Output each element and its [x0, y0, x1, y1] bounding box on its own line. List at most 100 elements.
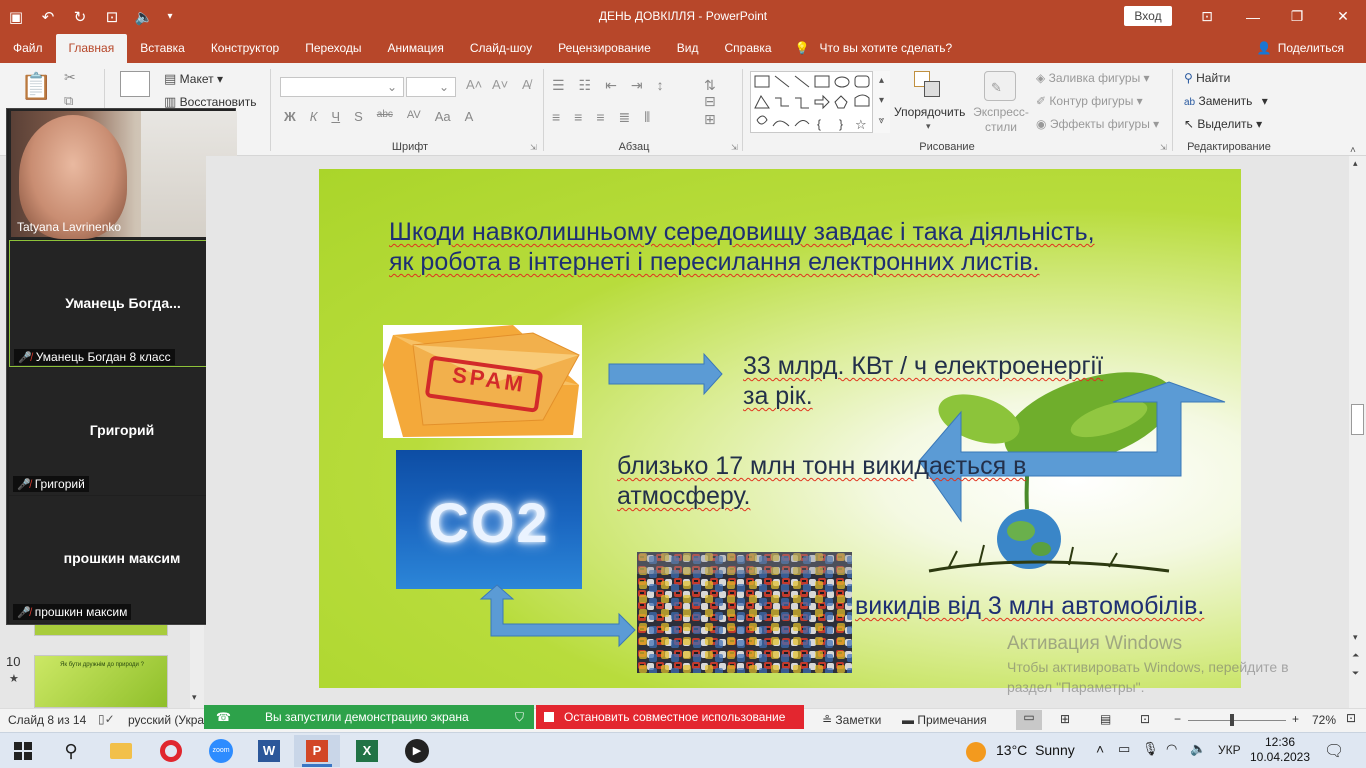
tab-slideshow[interactable]: Слайд-шоу: [457, 33, 545, 63]
quick-styles-label[interactable]: Экспресс-стили: [970, 105, 1032, 135]
minimize-button[interactable]: —: [1230, 0, 1276, 33]
battery-icon[interactable]: ▭: [1118, 741, 1130, 757]
fit-to-window-icon[interactable]: ⊡: [1346, 711, 1356, 725]
strikethrough-button[interactable]: S: [354, 109, 363, 124]
slideshow-view-icon[interactable]: ⊡: [1140, 712, 1150, 726]
shape-fill-button[interactable]: ◈ Заливка фигуры ▾: [1036, 71, 1150, 85]
numbering-icon[interactable]: ☷: [579, 77, 592, 94]
next-slide-icon[interactable]: ⏷: [1352, 668, 1359, 679]
collapse-ribbon-icon[interactable]: ˄: [1350, 145, 1356, 156]
wifi-icon[interactable]: ◠: [1166, 741, 1177, 757]
share-button[interactable]: 👤 Поделиться: [1244, 33, 1366, 63]
normal-view-icon[interactable]: ▭: [1016, 710, 1042, 730]
line-spacing-icon[interactable]: ↕: [657, 77, 664, 94]
search-icon[interactable]: ⚲: [48, 735, 94, 767]
zoom-app-icon[interactable]: zoom: [198, 735, 244, 767]
select-button[interactable]: ↖ Выделить ▾: [1184, 117, 1262, 131]
decrease-indent-icon[interactable]: ⇤: [605, 77, 617, 94]
zoom-out-icon[interactable]: −: [1174, 712, 1181, 726]
align-center-icon[interactable]: ≡: [574, 109, 582, 126]
shapes-gallery[interactable]: { } ☆: [750, 71, 890, 133]
volume-icon[interactable]: 🔈: [1190, 741, 1206, 757]
scroll-down-icon[interactable]: ▾: [192, 692, 197, 703]
font-name-combo[interactable]: ⌄: [280, 77, 404, 97]
previous-slide-icon[interactable]: ⏶: [1352, 650, 1359, 661]
tab-transitions[interactable]: Переходы: [292, 33, 374, 63]
quick-styles-icon[interactable]: ✎: [984, 71, 1016, 101]
italic-button[interactable]: К: [310, 109, 318, 124]
text-direction-icon[interactable]: ⇅: [704, 77, 716, 94]
notifications-icon[interactable]: 🗨: [1324, 741, 1344, 761]
align-text-icon[interactable]: ⊟: [704, 93, 716, 110]
shapes-gallery-scroll[interactable]: ▴ ▾ ⩔: [872, 71, 890, 133]
zoom-in-icon[interactable]: +: [1292, 712, 1299, 726]
weather-widget[interactable]: 13°C Sunny: [996, 742, 1075, 758]
replace-button[interactable]: ab Заменить ▾: [1184, 94, 1268, 108]
strike-abc-button[interactable]: abc: [377, 109, 393, 124]
font-size-combo[interactable]: ⌄: [406, 77, 456, 97]
signin-button[interactable]: Вход: [1124, 6, 1172, 26]
stat-emissions[interactable]: близько 17 млн тонн викидається в атмосф…: [617, 451, 1026, 511]
tab-view[interactable]: Вид: [664, 33, 712, 63]
tray-chevron-icon[interactable]: ˄: [1096, 741, 1104, 757]
notes-button[interactable]: ≗ Заметки: [822, 713, 881, 727]
tab-file[interactable]: Файл: [0, 33, 56, 63]
arrange-icon[interactable]: [914, 71, 944, 99]
tab-animations[interactable]: Анимация: [375, 33, 457, 63]
bold-button[interactable]: Ж: [284, 109, 296, 124]
stat-electricity[interactable]: 33 млрд. КВт / ч електроенергії за рік.: [743, 351, 1103, 411]
increase-indent-icon[interactable]: ⇥: [631, 77, 643, 94]
paste-icon[interactable]: 📋: [20, 71, 52, 102]
comments-button[interactable]: ▬ Примечания: [902, 713, 987, 727]
char-spacing-button[interactable]: AV: [407, 109, 421, 124]
media-player-icon[interactable]: ▶: [394, 735, 440, 767]
word-icon[interactable]: W: [246, 735, 292, 767]
align-left-icon[interactable]: ≡: [552, 109, 560, 126]
participant-tile[interactable]: Григорий 🎤̸ Григорий: [9, 368, 235, 495]
zoom-slider-thumb[interactable]: [1230, 714, 1235, 726]
participant-tile[interactable]: прошкин максим 🎤̸ прошкин максим: [9, 496, 235, 623]
align-right-icon[interactable]: ≡: [596, 109, 604, 126]
font-grow-icon[interactable]: A˄: [466, 77, 482, 92]
shape-outline-button[interactable]: ✐ Контур фигуры ▾: [1036, 94, 1143, 108]
participant-tile-video[interactable]: Tatyana Lavrinenko: [9, 109, 237, 239]
drawing-dialog-launcher-icon[interactable]: ⇲: [1160, 143, 1167, 152]
justify-icon[interactable]: ≣: [619, 109, 631, 126]
shape-effects-button[interactable]: ◉ Эффекты фигуры ▾: [1036, 117, 1159, 131]
tab-review[interactable]: Рецензирование: [545, 33, 664, 63]
input-language[interactable]: УКР: [1218, 743, 1241, 757]
maximize-button[interactable]: ❐: [1274, 0, 1320, 33]
smartart-icon[interactable]: ⊞: [704, 111, 716, 128]
copy-icon[interactable]: ⧉: [64, 93, 73, 109]
stat-cars[interactable]: викидів від 3 млн автомобілів.: [855, 591, 1204, 621]
find-button[interactable]: ⚲ Найти: [1184, 71, 1230, 85]
slide-counter[interactable]: Слайд 8 из 14: [8, 713, 86, 727]
font-shrink-icon[interactable]: A˅: [492, 77, 508, 92]
bullets-icon[interactable]: ☰: [552, 77, 565, 94]
zoom-level[interactable]: 72%: [1312, 713, 1336, 727]
powerpoint-icon[interactable]: P: [294, 735, 340, 767]
clear-format-icon[interactable]: A̸: [522, 77, 531, 92]
font-dialog-launcher-icon[interactable]: ⇲: [530, 143, 537, 152]
arrange-label[interactable]: Упорядочить: [894, 105, 965, 119]
tab-home[interactable]: Главная: [55, 34, 128, 63]
tab-help[interactable]: Справка: [711, 33, 784, 63]
slide-sorter-icon[interactable]: ⊞: [1060, 712, 1070, 726]
layout-button[interactable]: ▤ Макет ▾: [164, 71, 223, 87]
new-slide-icon[interactable]: [120, 71, 150, 97]
stop-share-button[interactable]: Остановить совместное использование: [536, 705, 804, 729]
paragraph-dialog-launcher-icon[interactable]: ⇲: [731, 143, 738, 152]
tab-insert[interactable]: Вставка: [127, 33, 198, 63]
spellcheck-icon[interactable]: ▯✓: [98, 712, 115, 726]
slide-canvas[interactable]: Шкоди навколишньому середовищу завдає і …: [319, 169, 1241, 688]
file-explorer-icon[interactable]: [98, 735, 144, 767]
microphone-icon[interactable]: 🎙: [1142, 741, 1159, 757]
tab-design[interactable]: Конструктор: [198, 33, 292, 63]
font-color-button[interactable]: A: [465, 109, 474, 124]
participant-tile-active[interactable]: Уманець Богда... 🎤̸ Уманець Богдан 8 клас…: [9, 240, 235, 367]
windows-start-icon[interactable]: [0, 735, 46, 767]
language-indicator[interactable]: русский (Укра: [128, 713, 204, 727]
scroll-down-icon[interactable]: ▾: [1353, 632, 1358, 643]
underline-button[interactable]: Ч: [331, 109, 340, 124]
reading-view-icon[interactable]: ▤: [1100, 712, 1111, 726]
